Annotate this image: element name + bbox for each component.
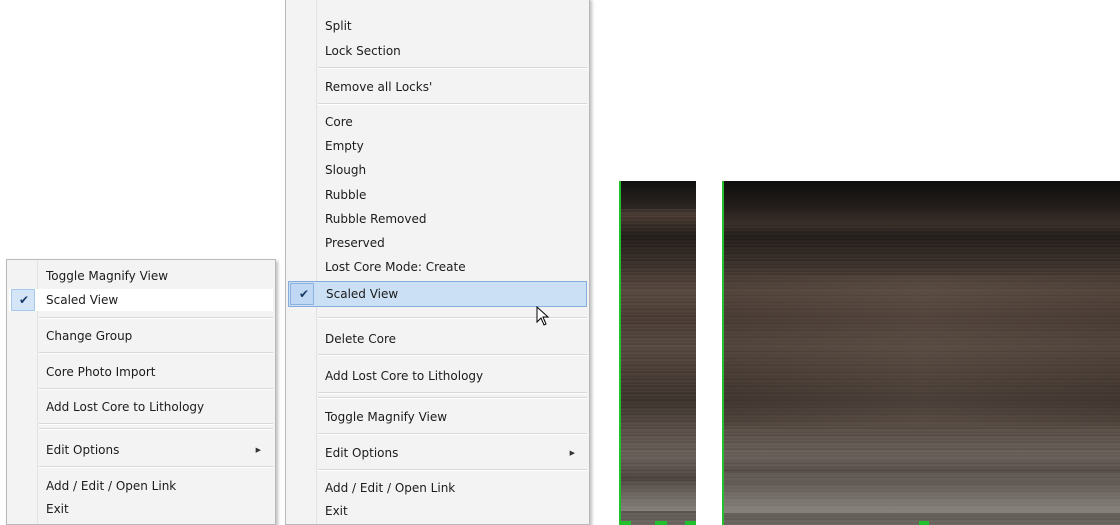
menu-item-label: Change Group <box>46 329 133 343</box>
menu-item-label: Core <box>325 115 353 129</box>
menu-item-label: Remove all Locks' <box>325 80 433 94</box>
menu-item-add-lost-core-to-lithology[interactable]: Add Lost Core to Lithology <box>9 396 273 418</box>
checkmark-icon: ✔ <box>19 293 30 307</box>
menu-separator <box>318 103 587 105</box>
menu-item-toggle-magnify-view[interactable]: Toggle Magnify View <box>288 406 587 428</box>
photo-dark-band <box>724 181 1120 225</box>
photo-green-marker <box>685 521 696 525</box>
menu-item-label: Scaled View <box>46 293 119 307</box>
photo-dark-band <box>621 181 696 209</box>
menu-item-add-edit-open-link[interactable]: Add / Edit / Open Link <box>288 477 587 499</box>
menu-item-label: Toggle Magnify View <box>46 269 169 283</box>
menu-item-empty[interactable]: Empty <box>288 135 587 157</box>
menu-separator <box>318 67 587 69</box>
menu-item-edit-options[interactable]: Edit Options ▶ <box>9 439 273 461</box>
menu-separator <box>318 433 587 435</box>
menu-item-label: Split <box>325 19 352 33</box>
menu-item-lost-core-mode[interactable]: Lost Core Mode: Create <box>288 256 587 278</box>
context-menu-right: Split Lock Section Remove all Locks' Cor… <box>285 0 590 525</box>
photo-light-band <box>621 481 696 511</box>
menu-item-label: Add / Edit / Open Link <box>46 479 177 493</box>
menu-separator <box>39 317 273 319</box>
menu-item-label: Add / Edit / Open Link <box>325 481 456 495</box>
menu-item-label: Add Lost Core to Lithology <box>325 369 484 383</box>
menu-item-label: Rubble <box>325 188 367 202</box>
menu-item-scaled-view[interactable]: ✔ Scaled View <box>9 289 273 311</box>
menu-item-label: Core Photo Import <box>46 365 156 379</box>
menu-item-slough[interactable]: Slough <box>288 159 587 181</box>
menu-item-label: Scaled View <box>326 287 399 301</box>
menu-item-add-lost-core-to-lithology[interactable]: Add Lost Core to Lithology <box>288 365 587 387</box>
menu-item-label: Edit Options <box>46 443 120 457</box>
menu-item-add-edit-open-link[interactable]: Add / Edit / Open Link <box>9 475 273 497</box>
menu-item-label: Rubble Removed <box>325 212 427 226</box>
menu-separator <box>39 352 273 354</box>
checkmark-icon: ✔ <box>299 287 310 301</box>
menu-separator <box>318 354 587 356</box>
menu-item-delete-core[interactable]: Delete Core <box>288 328 587 350</box>
menu-item-label: Delete Core <box>325 332 397 346</box>
mouse-pointer-icon <box>536 306 550 326</box>
menu-item-rubble[interactable]: Rubble <box>288 184 587 206</box>
menu-item-label: Edit Options <box>325 446 399 460</box>
menu-separator <box>318 469 587 471</box>
menu-separator <box>318 397 587 399</box>
core-photo-narrow[interactable] <box>619 181 696 525</box>
menu-item-edit-options[interactable]: Edit Options ▶ <box>288 442 587 464</box>
menu-separator <box>39 466 273 468</box>
photo-mid-band <box>724 276 1120 426</box>
photo-light-band <box>724 473 1120 513</box>
menu-item-toggle-magnify-view[interactable]: Toggle Magnify View <box>9 265 273 287</box>
submenu-arrow-icon: ▶ <box>255 446 261 454</box>
menu-separator <box>39 428 273 430</box>
menu-item-label: Lock Section <box>325 44 401 58</box>
menu-item-label: Exit <box>46 502 69 516</box>
menu-separator <box>39 423 273 425</box>
menu-item-exit[interactable]: Exit <box>9 498 273 520</box>
menu-separator <box>39 388 273 390</box>
menu-item-core-photo-import[interactable]: Core Photo Import <box>9 361 273 383</box>
menu-item-scaled-view[interactable]: ✔ Scaled View <box>288 281 587 307</box>
menu-item-rubble-removed[interactable]: Rubble Removed <box>288 208 587 230</box>
menu-item-label: Exit <box>325 504 348 518</box>
menu-item-label: Preserved <box>325 236 385 250</box>
menu-item-core[interactable]: Core <box>288 111 587 133</box>
core-photo-wide[interactable] <box>722 181 1120 525</box>
menu-item-label: Toggle Magnify View <box>325 410 448 424</box>
menu-item-label: Empty <box>325 139 364 153</box>
menu-item-lock-section[interactable]: Lock Section <box>288 40 587 62</box>
photo-green-marker <box>919 521 929 525</box>
menu-item-label: Add Lost Core to Lithology <box>46 400 205 414</box>
menu-item-split[interactable]: Split <box>288 15 587 37</box>
submenu-arrow-icon: ▶ <box>569 449 575 457</box>
menu-item-label: Slough <box>325 163 367 177</box>
menu-item-remove-all-locks[interactable]: Remove all Locks' <box>288 76 587 98</box>
menu-item-exit[interactable]: Exit <box>288 500 587 522</box>
menu-separator <box>318 392 587 394</box>
context-menu-left: Toggle Magnify View ✔ Scaled View Change… <box>6 259 276 525</box>
photo-green-marker <box>655 521 667 525</box>
menu-item-preserved[interactable]: Preserved <box>288 232 587 254</box>
photo-green-marker <box>621 521 631 525</box>
menu-item-label: Lost Core Mode: Create <box>325 260 466 274</box>
menu-item-change-group[interactable]: Change Group <box>9 325 273 347</box>
